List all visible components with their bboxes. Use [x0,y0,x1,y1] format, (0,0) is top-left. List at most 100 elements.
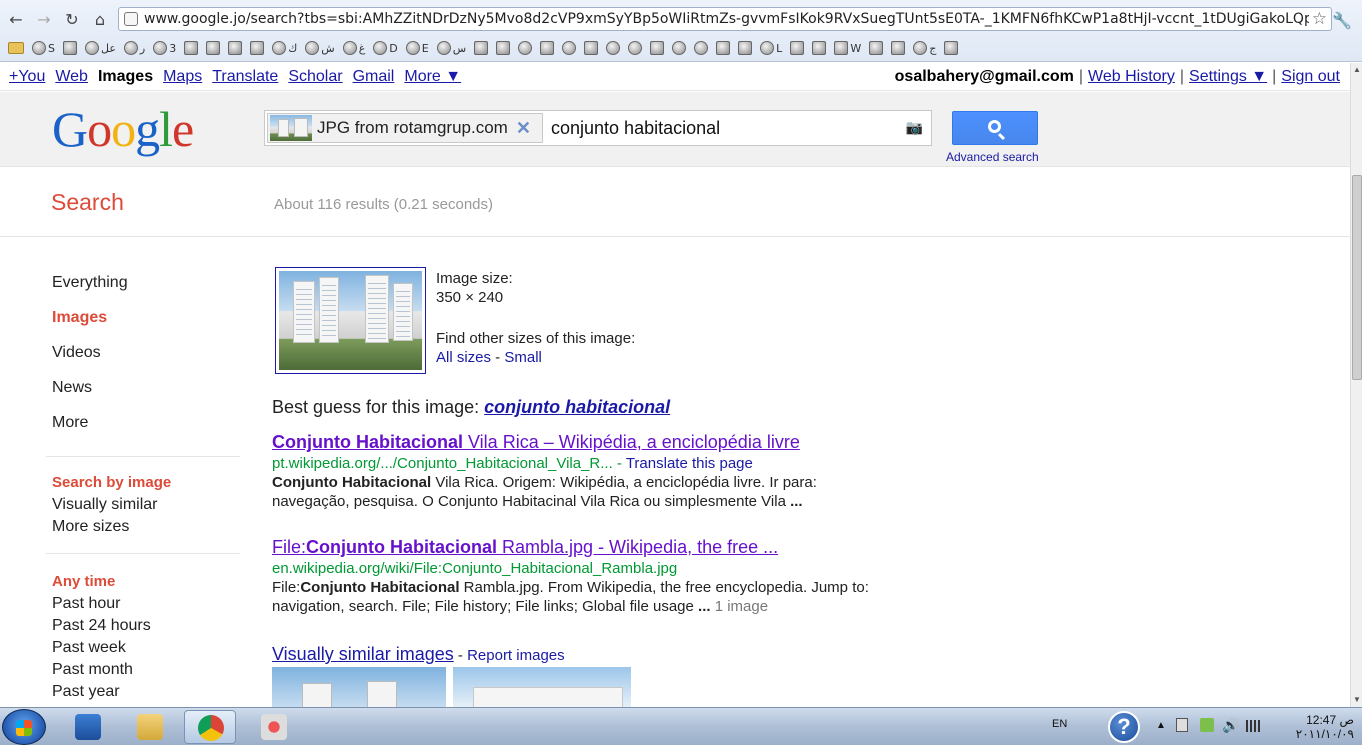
bookmark-item[interactable] [226,39,244,57]
gbar-link[interactable]: Scholar [288,68,342,86]
google-logo[interactable]: Google [52,102,194,156]
language-indicator[interactable]: EN [1052,718,1067,730]
all-sizes-link[interactable]: All sizes [436,349,491,366]
nav-item[interactable]: News [52,378,92,413]
scroll-down-icon[interactable]: ▼ [1351,693,1362,707]
page-scrollbar[interactable]: ▲ ▼ [1350,63,1362,707]
bookmark-item[interactable]: 3 [151,39,178,57]
forward-icon[interactable]: → [34,10,54,30]
nav-item[interactable]: More [52,413,88,448]
home-icon[interactable]: ⌂ [90,10,110,30]
advanced-search-link[interactable]: Advanced search [946,150,1039,164]
nav-item[interactable]: Videos [52,343,101,378]
web-history-link[interactable]: Web History [1088,68,1175,86]
clock[interactable]: 12:47 ص ٢٠١١/١٠/٠٩ [1296,713,1354,741]
volume-icon[interactable]: 🔊 [1222,717,1239,734]
time-filter-option[interactable]: Past year [52,681,120,703]
settings-link[interactable]: Settings ▼ [1189,68,1267,86]
bookmark-item[interactable]: ك [270,39,299,57]
bookmark-item[interactable] [788,39,806,57]
bookmark-item[interactable]: L [758,39,784,57]
network-icon[interactable] [1246,720,1260,732]
search-by-image-option[interactable]: More sizes [52,516,129,538]
search-by-image-option[interactable]: Visually similar [52,494,158,516]
bookmark-star-icon[interactable]: ☆ [1312,9,1327,29]
address-url[interactable]: www.google.jo/search?tbs=sbi:AMhZZitNDrD… [144,11,1309,27]
gbar-link[interactable]: Translate [212,68,278,86]
query-image-frame[interactable] [275,267,426,374]
scrollbar-thumb[interactable] [1352,175,1362,380]
bookmark-item[interactable] [714,39,732,57]
bookmark-item[interactable] [648,39,666,57]
bookmark-item[interactable] [889,39,907,57]
gbar-link[interactable]: Maps [163,68,202,86]
device-icon[interactable] [1176,718,1188,732]
bookmark-item[interactable]: غ [341,39,368,57]
sign-out-link[interactable]: Sign out [1281,68,1340,86]
bookmark-item[interactable] [538,39,556,57]
bookmark-item[interactable] [516,39,534,57]
bookmark-item[interactable] [61,39,79,57]
bookmark-item[interactable]: ر [122,39,147,57]
taskbar-app-explorer[interactable] [124,710,176,744]
search-button[interactable] [952,111,1038,145]
help-icon[interactable]: ? [1108,711,1140,743]
similar-image[interactable] [453,667,631,707]
search-box[interactable]: JPG from rotamgrup.com ✕ conjunto habita… [264,110,932,146]
bookmark-item[interactable]: E [404,39,431,57]
bookmark-item[interactable]: عل [83,39,118,57]
bookmark-item[interactable] [867,39,885,57]
back-icon[interactable]: ← [6,10,26,30]
small-size-link[interactable]: Small [504,349,542,366]
camera-icon[interactable]: 📷 [906,119,923,136]
visually-similar-link[interactable]: Visually similar images [272,644,454,664]
result-title-link[interactable]: File:Conjunto Habitacional Rambla.jpg - … [272,537,778,557]
bookmark-item[interactable] [204,39,222,57]
taskbar-app-snipping[interactable] [248,710,300,744]
bookmark-item[interactable]: D [371,39,399,57]
bookmark-item[interactable] [736,39,754,57]
result-title-link[interactable]: Conjunto Habitacional Vila Rica – Wikipé… [272,432,800,452]
gbar-link[interactable]: Images [98,68,153,86]
taskbar-app-chrome[interactable] [184,710,236,744]
bookmark-item[interactable]: ج [911,39,938,57]
taskbar-app-tasks[interactable] [62,710,114,744]
bookmark-item[interactable] [248,39,266,57]
report-images-link[interactable]: Report images [467,647,565,664]
gbar-link[interactable]: Web [55,68,88,86]
bookmark-item[interactable] [494,39,512,57]
translate-link[interactable]: Translate this page [626,455,753,472]
gbar-link[interactable]: More ▼ [404,68,461,86]
bookmark-item[interactable] [626,39,644,57]
similar-image[interactable] [272,667,446,707]
nav-item[interactable]: Images [52,308,107,343]
bookmark-item[interactable] [560,39,578,57]
bookmark-item[interactable] [6,39,26,57]
nav-item[interactable]: Everything [52,273,128,308]
scroll-up-icon[interactable]: ▲ [1351,63,1362,77]
search-input[interactable]: conjunto habitacional [551,118,720,139]
time-filter-option[interactable]: Past hour [52,593,120,615]
bookmark-item[interactable]: W [832,39,863,57]
security-icon[interactable] [1200,718,1214,732]
reload-icon[interactable]: ↻ [62,10,82,30]
time-filter-option[interactable]: Past week [52,637,126,659]
bookmark-item[interactable] [942,39,960,57]
bookmark-item[interactable] [670,39,688,57]
query-image[interactable] [279,271,422,370]
chip-close-icon[interactable]: ✕ [516,118,531,139]
show-hidden-icons-icon[interactable]: ▲ [1156,720,1166,731]
gbar-link[interactable]: Gmail [353,68,395,86]
gbar-link[interactable]: +You [9,68,45,86]
bookmark-item[interactable]: S [30,39,57,57]
bookmark-item[interactable]: س [435,39,468,57]
bookmark-item[interactable] [472,39,490,57]
time-filter-option[interactable]: Past 24 hours [52,615,151,637]
best-guess-link[interactable]: conjunto habitacional [484,397,670,417]
start-button[interactable] [2,709,46,745]
wrench-icon[interactable]: 🔧 [1332,11,1352,31]
time-filter-option[interactable]: Past month [52,659,133,681]
bookmark-item[interactable] [182,39,200,57]
bookmark-item[interactable] [604,39,622,57]
bookmark-item[interactable] [810,39,828,57]
